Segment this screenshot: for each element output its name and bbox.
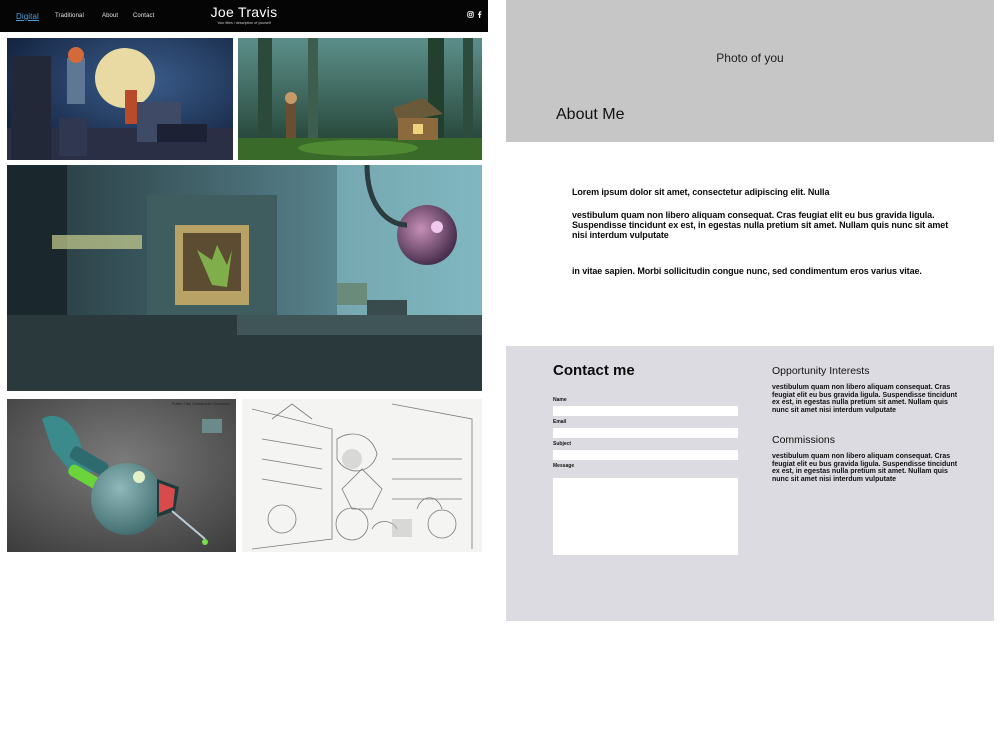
nav-traditional[interactable]: Traditional bbox=[55, 13, 84, 19]
photo-placeholder-label: Photo of you bbox=[716, 51, 784, 65]
artwork-caption: Puffer Fish Gelatinizer Converter bbox=[171, 401, 230, 406]
nav-about[interactable]: About bbox=[102, 13, 118, 19]
name-label: Name bbox=[553, 397, 567, 403]
instagram-icon[interactable] bbox=[467, 11, 474, 20]
commissions-title: Commissions bbox=[772, 434, 836, 446]
artwork-robots-moon[interactable] bbox=[7, 38, 233, 160]
facebook-icon[interactable] bbox=[477, 11, 482, 20]
about-paragraph-1: Lorem ipsum dolor sit amet, consectetur … bbox=[572, 187, 830, 197]
nav-digital[interactable]: Digital bbox=[16, 12, 39, 21]
commissions-text: vestibulum quam non libero aliquam conse… bbox=[772, 453, 958, 483]
contact-section: Contact me Name Email Subject Message Op… bbox=[506, 346, 994, 621]
artwork-laboratory[interactable] bbox=[7, 165, 482, 391]
brand-tagline: Your titles / description of yourself bbox=[217, 21, 271, 25]
about-paragraph-2: vestibulum quam non libero aliquam conse… bbox=[572, 210, 949, 240]
artwork-puffer-converter[interactable]: Puffer Fish Gelatinizer Converter bbox=[7, 399, 236, 552]
brand-name: Joe Travis bbox=[210, 4, 278, 20]
artwork-kitchen-sketch[interactable] bbox=[242, 399, 482, 552]
message-field[interactable] bbox=[553, 478, 738, 555]
site-header: Digital Traditional About Contact Joe Tr… bbox=[0, 0, 488, 32]
about-title: About Me bbox=[556, 106, 625, 123]
email-field[interactable] bbox=[553, 428, 738, 438]
artwork-forest-hut[interactable] bbox=[238, 38, 482, 160]
opportunity-text: vestibulum quam non libero aliquam conse… bbox=[772, 384, 958, 414]
about-paragraph-3: in vitae sapien. Morbi sollicitudin cong… bbox=[572, 266, 922, 276]
opportunity-title: Opportunity Interests bbox=[772, 365, 870, 377]
nav-contact[interactable]: Contact bbox=[133, 13, 154, 19]
message-label: Message bbox=[553, 463, 575, 469]
name-field[interactable] bbox=[553, 406, 738, 416]
email-label: Email bbox=[553, 419, 567, 425]
profile-photo-placeholder: Photo of you About Me bbox=[506, 0, 994, 142]
subject-field[interactable] bbox=[553, 450, 738, 460]
subject-label: Subject bbox=[553, 441, 572, 447]
contact-title: Contact me bbox=[553, 362, 635, 379]
